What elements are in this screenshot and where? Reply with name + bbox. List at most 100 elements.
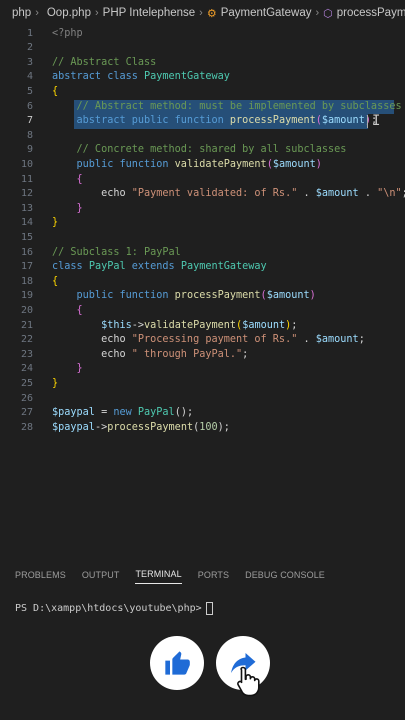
line-number: 25 — [20, 377, 33, 389]
code-token: // Subclass 1: PayPal — [52, 246, 181, 258]
code-token: $amount — [266, 290, 310, 302]
code-token: PaymentGateway — [180, 261, 267, 273]
line-number: 1 — [26, 27, 33, 39]
code-text: { — [52, 85, 58, 100]
code-line[interactable]: 25} — [0, 377, 405, 392]
code-token: ) — [309, 290, 316, 302]
line-number: 6 — [26, 100, 33, 112]
line-number: 11 — [20, 173, 33, 185]
code-editor[interactable]: 1 <?php 2 3 // Abstract Class 4 abstract class… — [0, 26, 405, 546]
code-line[interactable]: 8 — [0, 129, 405, 144]
code-token: ); — [217, 421, 230, 433]
code-line[interactable]: 21 $this->validatePayment($amount); — [0, 319, 405, 334]
code-text: { — [52, 304, 83, 319]
line-number: 3 — [26, 56, 33, 68]
code-text: <?php — [52, 27, 83, 42]
code-line[interactable]: 20 { — [0, 304, 405, 319]
line-number: 12 — [20, 188, 33, 200]
code-token: $amount — [242, 319, 286, 331]
code-line[interactable]: 9 // Concrete method: shared by all subc… — [0, 143, 405, 158]
code-token: ; — [358, 334, 365, 346]
line-number: 26 — [20, 392, 33, 404]
tab-debug-console[interactable]: DEBUG CONSOLE — [245, 565, 325, 584]
code-line[interactable]: 7 abstract public function processPaymen… — [0, 114, 405, 129]
code-text: } — [52, 216, 58, 231]
line-number: 13 — [20, 202, 33, 214]
tab-output[interactable]: OUTPUT — [82, 565, 120, 584]
code-token: echo — [52, 334, 132, 346]
code-line[interactable]: 14} — [0, 216, 405, 231]
code-line[interactable]: 26 — [0, 392, 405, 407]
chevron-right-icon: › — [35, 7, 39, 19]
code-text: echo "Processing payment of Rs." . $amou… — [52, 333, 365, 348]
code-token: $this — [101, 319, 132, 331]
code-line[interactable]: 27 $paypal = new PayPal(); — [0, 406, 405, 421]
code-line[interactable]: 28 $paypal->processPayment(100); — [0, 421, 405, 436]
code-token: " through PayPal." — [131, 348, 243, 360]
code-line[interactable]: 23 echo " through PayPal."; — [0, 348, 405, 363]
breadcrumb-folder[interactable]: php — [12, 7, 31, 19]
line-number: 5 — [26, 85, 33, 97]
line-number: 15 — [20, 231, 33, 243]
code-line[interactable]: 5{ — [0, 85, 405, 100]
code-token: ; — [291, 319, 298, 331]
code-text: } — [52, 362, 83, 377]
tab-ports[interactable]: PORTS — [198, 565, 229, 584]
code-token: $amount — [315, 188, 359, 200]
code-line[interactable]: 18 { — [0, 275, 405, 290]
code-token: { — [52, 304, 83, 316]
code-token: . — [358, 188, 378, 200]
code-line[interactable]: 4 abstract class PaymentGateway — [0, 70, 405, 85]
line-number: 16 — [20, 246, 33, 258]
code-line[interactable]: 16 // Subclass 1: PayPal — [0, 246, 405, 261]
line-number: 23 — [20, 348, 33, 360]
code-line[interactable]: 15 — [0, 231, 405, 246]
breadcrumb-file[interactable]: Oop.php — [47, 7, 91, 19]
breadcrumb-class[interactable]: PaymentGateway — [221, 7, 312, 19]
breadcrumb-namespace[interactable]: PHP Intelephense — [103, 7, 196, 19]
code-token: ; — [402, 188, 405, 199]
code-token: processPayment — [229, 115, 316, 127]
code-token: -> — [131, 319, 145, 331]
code-line[interactable]: 12 echo "Payment validated: of Rs." . $a… — [0, 187, 405, 202]
chevron-right-icon: › — [94, 7, 99, 19]
line-number: 18 — [20, 275, 33, 287]
code-token: public function — [52, 158, 175, 170]
code-line[interactable]: 3 // Abstract Class — [0, 56, 405, 71]
code-text: // Abstract method: must be implemented … — [52, 100, 402, 115]
code-token: } — [52, 363, 83, 375]
line-number: 24 — [20, 363, 33, 375]
code-text: public function processPayment($amount) — [52, 289, 316, 304]
tab-terminal[interactable]: TERMINAL — [135, 564, 182, 584]
code-line[interactable]: 6 // Abstract method: must be implemente… — [0, 99, 405, 115]
code-token: = — [94, 407, 114, 419]
code-line[interactable]: 10 public function validatePayment($amou… — [0, 158, 405, 173]
tab-problems[interactable]: PROBLEMS — [15, 565, 66, 584]
chevron-right-icon: › — [315, 7, 320, 19]
code-token: } — [52, 217, 59, 229]
code-line[interactable]: 2 — [0, 41, 405, 56]
code-line[interactable]: 1 <?php — [0, 27, 405, 42]
code-token: "Processing payment of Rs." — [131, 334, 298, 346]
code-token: <?php — [52, 27, 83, 39]
line-number: 14 — [20, 217, 33, 229]
code-line[interactable]: 22 echo "Processing payment of Rs." . $a… — [0, 333, 405, 348]
code-line[interactable]: 19 public function processPayment($amoun… — [0, 289, 405, 304]
line-number: 28 — [20, 421, 33, 433]
breadcrumb-method[interactable]: processPayment — [337, 7, 405, 19]
code-token: $amount — [272, 158, 316, 170]
code-line[interactable]: 13 } — [0, 202, 405, 217]
line-number: 22 — [20, 334, 33, 346]
code-line[interactable]: 24 } — [0, 362, 405, 377]
like-button[interactable] — [150, 636, 204, 690]
line-number: 19 — [20, 290, 33, 302]
terminal[interactable]: PS D:\xampp\htdocs\youtube\php> — [15, 602, 213, 615]
code-token: extends — [125, 261, 181, 273]
code-token: $amount — [315, 334, 359, 346]
code-text: } — [52, 377, 58, 392]
code-text: // Abstract Class — [52, 56, 156, 71]
code-token: ; — [242, 348, 249, 360]
code-token: validatePayment — [174, 158, 267, 170]
code-line[interactable]: 17 class PayPal extends PaymentGateway — [0, 260, 405, 275]
code-line[interactable]: 11 { — [0, 173, 405, 188]
